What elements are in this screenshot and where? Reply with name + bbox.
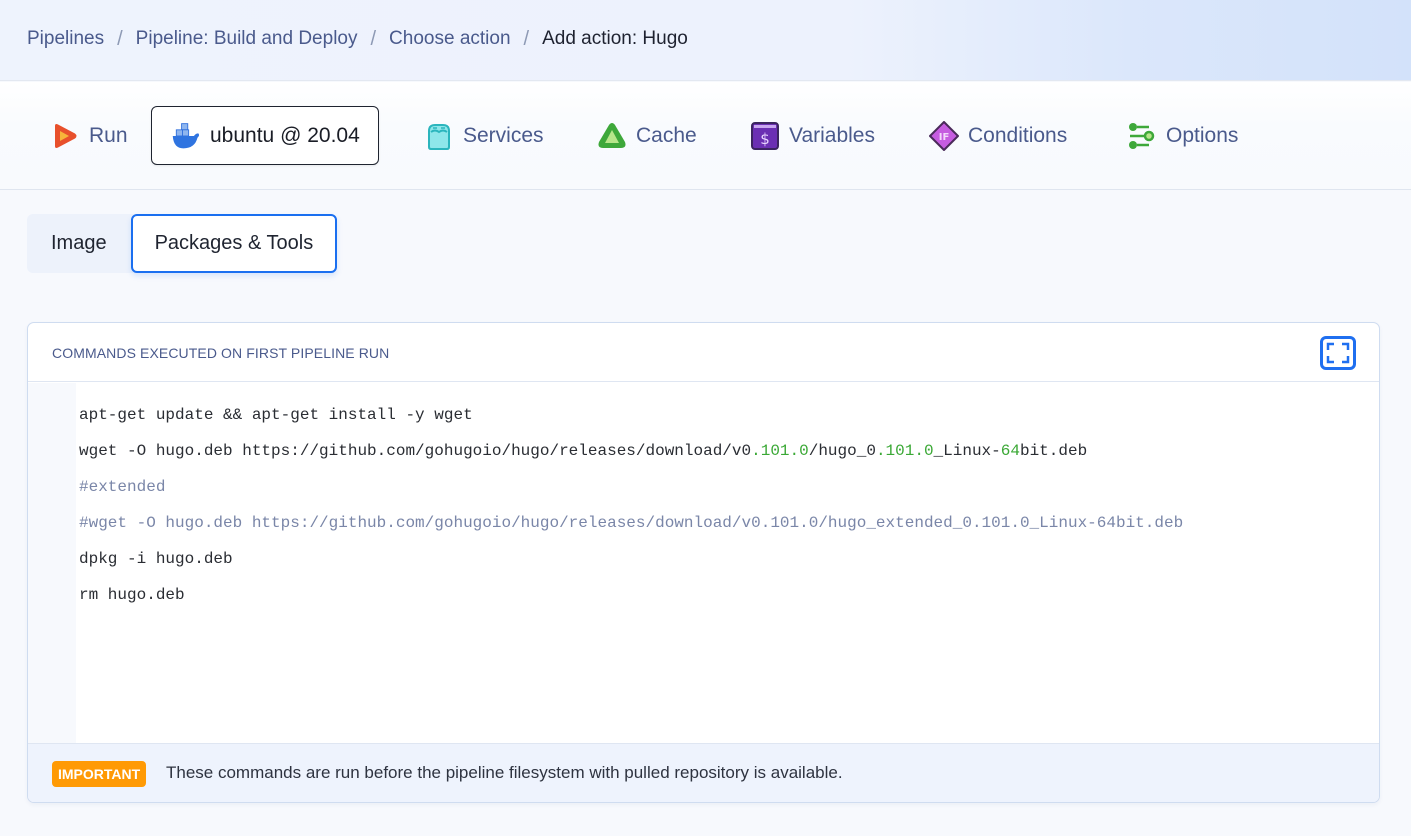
top-bar: Pipelines / Pipeline: Build and Deploy /…: [0, 0, 1411, 81]
code-line-comment: #wget -O hugo.deb https://github.com/goh…: [79, 514, 1184, 532]
nav-tab-cache[interactable]: Cache: [597, 106, 697, 165]
sliders-icon: [1127, 121, 1157, 151]
code-line: apt-get update && apt-get install -y wge…: [79, 406, 473, 424]
code-line: dpkg -i hugo.deb: [79, 550, 233, 568]
panel-header: COMMANDS EXECUTED ON FIRST PIPELINE RUN: [28, 323, 1379, 382]
nav-tab-variables[interactable]: $ Variables: [750, 106, 875, 165]
services-icon: [424, 121, 454, 151]
code-line-comment: #extended: [79, 478, 166, 496]
editor-gutter: [28, 383, 76, 743]
nav-tab-image[interactable]: ubuntu @ 20.04: [151, 106, 379, 165]
code-editor[interactable]: apt-get update && apt-get install -y wge…: [28, 383, 1379, 743]
cache-triangle-icon: [597, 121, 627, 151]
panel-title: COMMANDS EXECUTED ON FIRST PIPELINE RUN: [52, 345, 390, 361]
nav-label: Run: [89, 123, 128, 147]
code-content[interactable]: apt-get update && apt-get install -y wge…: [79, 402, 1183, 618]
nav-label[interactable]: Services: [463, 124, 544, 148]
breadcrumb-separator: /: [117, 28, 123, 50]
code-line: rm hugo.deb: [79, 586, 185, 604]
breadcrumb: Pipelines / Pipeline: Build and Deploy /…: [27, 27, 688, 51]
action-nav: Run ubuntu @ 20.04 Services Cache $ Vari…: [0, 82, 1411, 190]
nav-tab-conditions[interactable]: IF Conditions: [929, 106, 1067, 165]
code-segment: wget -O hugo.deb https://github.com/gohu…: [79, 442, 752, 460]
play-icon: [50, 121, 80, 151]
nav-label: Conditions: [968, 123, 1068, 147]
code-segment: _Linux-: [933, 442, 1001, 460]
code-line: wget -O hugo.deb https://github.com/gohu…: [79, 438, 1183, 474]
svg-text:$: $: [760, 130, 770, 148]
nav-label: Options: [1166, 123, 1239, 147]
breadcrumb-pipelines[interactable]: Pipelines: [27, 27, 104, 51]
subtab-bar: Image Packages & Tools: [27, 214, 338, 273]
nav-tab-options[interactable]: Options: [1127, 106, 1238, 165]
fullscreen-button[interactable]: [1320, 336, 1356, 370]
panel-footer: IMPORTANT These commands are run before …: [28, 743, 1379, 802]
svg-text:IF: IF: [939, 132, 950, 143]
code-number: .101.0: [875, 442, 934, 460]
dollar-icon: $: [750, 121, 780, 151]
code-segment: bit.deb: [1019, 442, 1088, 460]
breadcrumb-separator: /: [523, 28, 530, 50]
breadcrumb-current: Add action: Hugo: [542, 28, 688, 49]
important-badge: IMPORTANT: [52, 761, 147, 787]
breadcrumb-pipeline[interactable]: Pipeline: Build and Deploy: [136, 27, 358, 51]
subtab-image[interactable]: Image: [27, 214, 131, 273]
nav-label: Cache: [636, 123, 697, 147]
breadcrumb-choose-action[interactable]: Choose action: [389, 27, 510, 51]
nav-tab-services[interactable]: Services: [424, 106, 544, 165]
code-segment: /hugo_0: [808, 442, 876, 460]
nav-label: ubuntu @ 20.04: [210, 123, 360, 147]
nav-tab-run[interactable]: Run: [50, 106, 128, 165]
footer-note: These commands are run before the pipeli…: [166, 763, 843, 782]
code-number: .101.0: [751, 442, 809, 460]
subtab-packages-tools[interactable]: Packages & Tools: [130, 214, 338, 273]
breadcrumb-separator: /: [370, 28, 377, 50]
commands-panel: COMMANDS EXECUTED ON FIRST PIPELINE RUN …: [27, 322, 1380, 803]
nav-label: Variables: [789, 123, 875, 147]
if-diamond-icon: IF: [929, 120, 959, 151]
code-number: 64: [1000, 442, 1020, 460]
fullscreen-icon: [1326, 342, 1350, 364]
docker-whale-icon: [171, 121, 201, 151]
